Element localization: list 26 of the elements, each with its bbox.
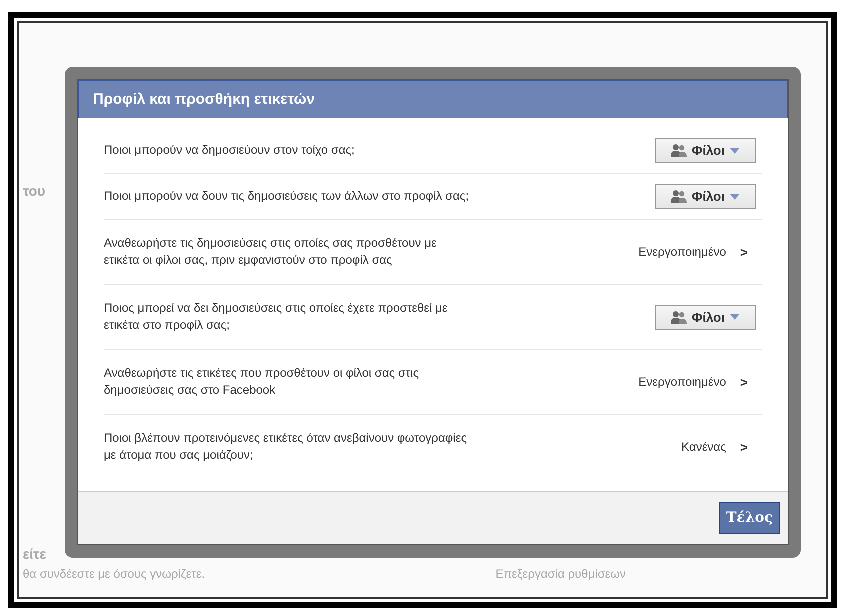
chevron-icon: >: [740, 244, 748, 260]
people-icon: [671, 310, 688, 324]
audience-dropdown[interactable]: Φίλοι: [655, 138, 756, 163]
caret-icon: [730, 194, 740, 200]
chevron-icon: >: [740, 440, 748, 454]
setting-label: Αναθεωρήστε τις δημοσιεύσεις στις οποίες σας προσθέτουν με ετικέτα οι φίλοι σας, πριν εμφανιστούν στο προφίλ σας: [104, 235, 438, 269]
caret-icon: [730, 314, 740, 320]
setting-value-link[interactable]: Ενεργοποιημένο >: [638, 244, 748, 260]
dialog-title: Προφίλ και προσθήκη ετικετών: [78, 80, 788, 118]
audience-dropdown[interactable]: Φίλοι: [655, 304, 756, 330]
people-icon: [671, 190, 688, 203]
done-button[interactable]: Τέλος: [719, 502, 780, 534]
setting-value-link[interactable]: Ενεργοποιημένο >: [638, 374, 748, 390]
setting-label: Ποιοι μπορούν να δημοσιεύουν στον τοίχο σας;: [104, 142, 355, 159]
setting-label: Ποιοι μπορούν να δουν τις δημοσιεύσεις των άλλων στο προφίλ σας;: [104, 188, 470, 205]
caret-icon: [730, 148, 740, 154]
setting-label: Αναθεωρήστε τις ετικέτες που προσθέτουν οι φίλοι σας στις δημοσιεύσεις σας στο Facebook: [104, 365, 420, 399]
setting-label: Ποιοι βλέπουν προτεινόμενες ετικέτες όταν ανεβαίνουν φωτογραφίες με άτομα που σας μοιάζουν;: [104, 430, 468, 464]
audience-dropdown[interactable]: Φίλοι: [655, 184, 756, 209]
background-text: θα συνδέεστε με όσους γνωρίζετε.: [23, 566, 206, 583]
background-heading: του: [23, 183, 46, 199]
people-icon: [671, 144, 688, 157]
setting-label: Ποιος μπορεί να δει δημοσιεύσεις στις οποίες έχετε προστεθεί με ετικέτα στο προφίλ σας;: [104, 300, 449, 334]
setting-value-link[interactable]: Κανένας >: [682, 440, 748, 454]
background-heading: είτε: [23, 546, 46, 562]
chevron-icon: >: [740, 374, 748, 390]
